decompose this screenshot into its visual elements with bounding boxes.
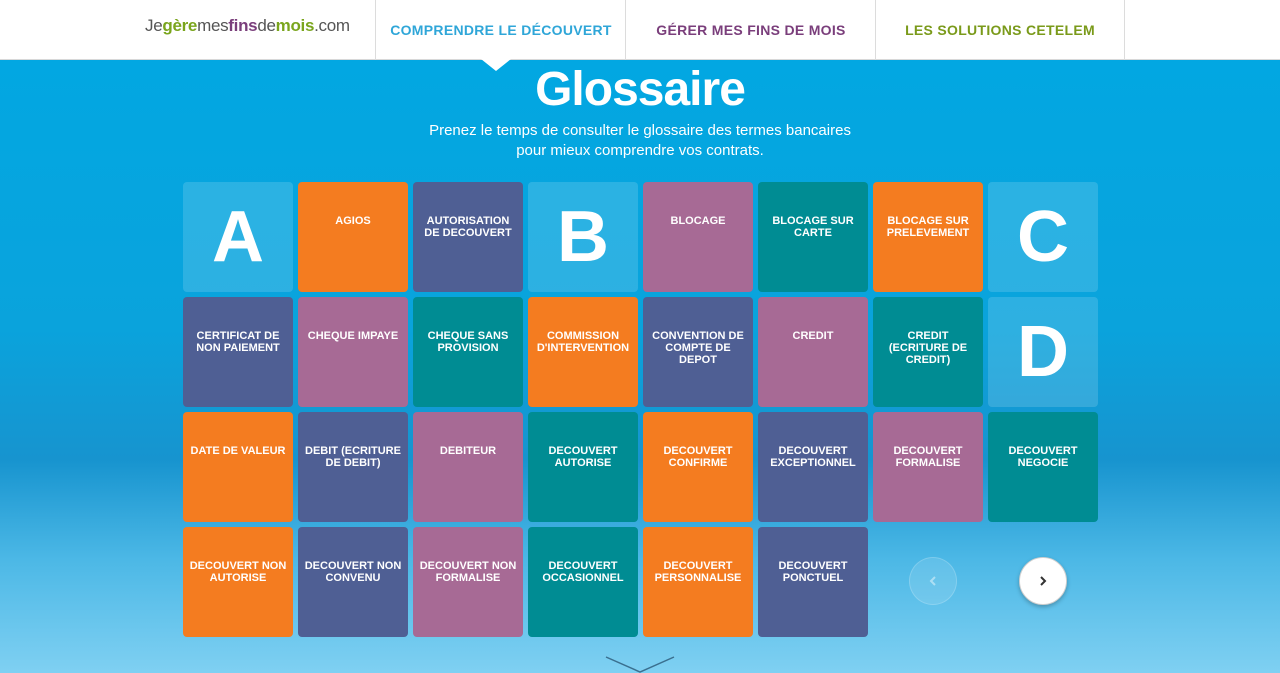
site-logo[interactable]: Jegèremesfinsdemois.com (145, 16, 350, 36)
glossary-term-tile[interactable]: CONVENTION DE COMPTE DE DEPOT (643, 297, 753, 407)
glossary-term-tile[interactable]: DEBITEUR (413, 412, 523, 522)
glossary-term-tile[interactable]: DECOUVERT NON CONVENU (298, 527, 408, 637)
glossary-term-tile[interactable]: DECOUVERT PERSONNALISE (643, 527, 753, 637)
logo-part: gère (162, 16, 198, 35)
previous-page-button[interactable] (909, 557, 957, 605)
glossary-term-tile[interactable]: CREDIT (ECRITURE DE CREDIT) (873, 297, 983, 407)
glossary-term-tile[interactable]: DECOUVERT EXCEPTIONNEL (758, 412, 868, 522)
logo-part: mes (197, 16, 229, 35)
glossary-term-tile[interactable]: BLOCAGE SUR PRELEVEMENT (873, 182, 983, 292)
page-title: Glossaire (535, 63, 746, 116)
subtitle-line: Prenez le temps de consulter le glossair… (429, 122, 851, 139)
glossary-term-tile[interactable]: DECOUVERT NON AUTORISE (183, 527, 293, 637)
nav-les-solutions-cetelem[interactable]: LES SOLUTIONS CETELEM (875, 0, 1125, 60)
glossary-term-tile[interactable]: AUTORISATION DE DECOUVERT (413, 182, 523, 292)
logo-part: Je (145, 16, 163, 35)
glossary-term-tile[interactable]: DECOUVERT OCCASIONNEL (528, 527, 638, 637)
glossary-term-tile[interactable]: DECOUVERT AUTORISE (528, 412, 638, 522)
page-subtitle: Prenez le temps de consulter le glossair… (0, 121, 1280, 161)
letter-d-tile[interactable]: D (988, 297, 1098, 407)
glossary-term-tile[interactable]: BLOCAGE (643, 182, 753, 292)
glossary-term-tile[interactable]: AGIOS (298, 182, 408, 292)
glossary-term-tile[interactable]: COMMISSION D'INTERVENTION (528, 297, 638, 407)
glossary-term-tile[interactable]: DECOUVERT NEGOCIE (988, 412, 1098, 522)
chevron-right-icon (1040, 576, 1047, 586)
glossary-term-tile[interactable]: CHEQUE SANS PROVISION (413, 297, 523, 407)
letter-c-tile[interactable]: C (988, 182, 1098, 292)
subtitle-line: pour mieux comprendre vos contrats. (516, 142, 764, 159)
top-navigation-bar: Jegèremesfinsdemois.com COMPRENDRE LE DÉ… (0, 0, 1280, 60)
nav-gerer-mes-fins-de-mois[interactable]: GÉRER MES FINS DE MOIS (625, 0, 876, 60)
glossary-term-tile[interactable]: DECOUVERT PONCTUEL (758, 527, 868, 637)
scroll-down-chevron-icon[interactable] (604, 655, 676, 673)
glossary-term-tile[interactable]: DATE DE VALEUR (183, 412, 293, 522)
logo-part: de (257, 16, 276, 35)
glossary-term-tile[interactable]: DECOUVERT CONFIRME (643, 412, 753, 522)
glossary-term-tile[interactable]: DECOUVERT FORMALISE (873, 412, 983, 522)
glossary-term-tile[interactable]: CERTIFICAT DE NON PAIEMENT (183, 297, 293, 407)
next-page-button[interactable] (1019, 557, 1067, 605)
glossary-term-tile[interactable]: CHEQUE IMPAYE (298, 297, 408, 407)
glossary-term-tile[interactable]: CREDIT (758, 297, 868, 407)
logo-part: mois (275, 16, 315, 35)
letter-b-tile[interactable]: B (528, 182, 638, 292)
nav-comprendre-le-decouvert[interactable]: COMPRENDRE LE DÉCOUVERT (375, 0, 626, 60)
glossary-term-tile[interactable]: DECOUVERT NON FORMALISE (413, 527, 523, 637)
glossary-term-tile[interactable]: DEBIT (ECRITURE DE DEBIT) (298, 412, 408, 522)
logo-part: .com (314, 16, 350, 35)
letter-a-tile[interactable]: A (183, 182, 293, 292)
logo-part: fins (228, 16, 258, 35)
chevron-left-icon (929, 576, 936, 586)
glossary-term-tile[interactable]: BLOCAGE SUR CARTE (758, 182, 868, 292)
